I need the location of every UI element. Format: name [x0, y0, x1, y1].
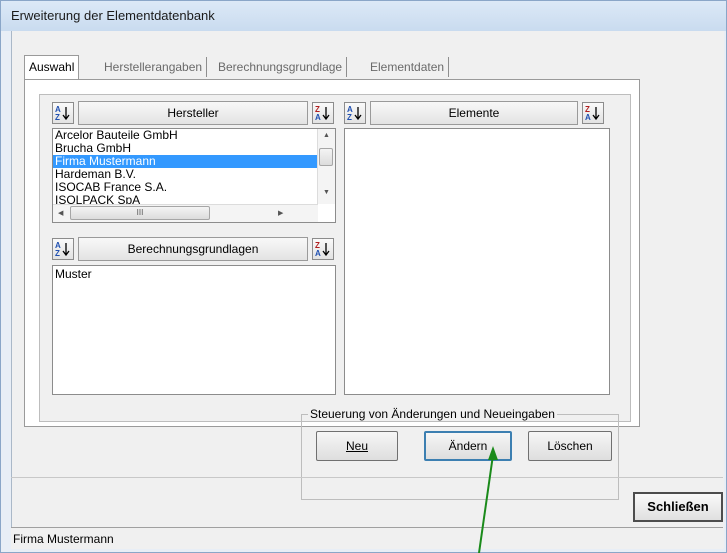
annotation-arrow-icon	[478, 446, 498, 553]
tab-auswahl[interactable]: Auswahl	[24, 55, 80, 79]
